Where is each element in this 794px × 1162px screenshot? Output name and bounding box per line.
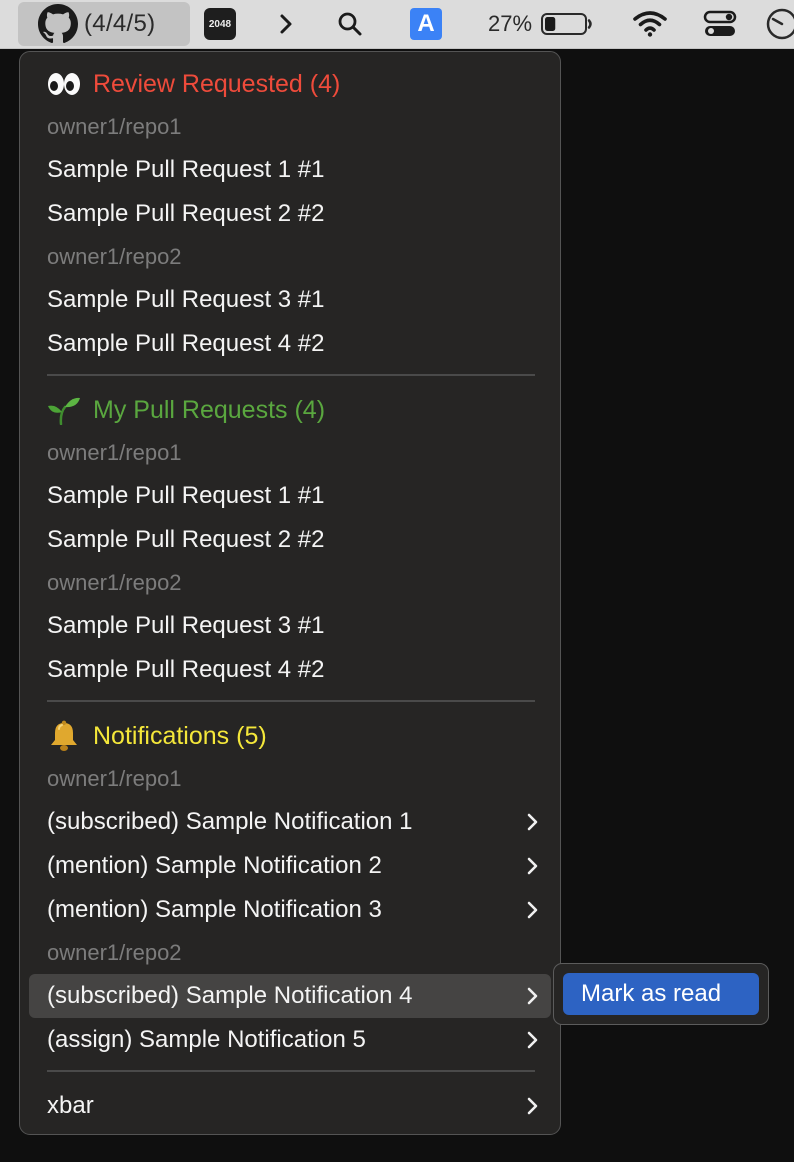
chevron-right-icon: [527, 1097, 538, 1115]
notification-item[interactable]: (subscribed) Sample Notification 1: [29, 800, 551, 844]
review-pr-item[interactable]: Sample Pull Request 1 #1: [29, 148, 551, 192]
battery-icon[interactable]: [540, 0, 594, 48]
chevron-right-icon[interactable]: [276, 0, 296, 48]
menu-separator: [47, 374, 535, 376]
github-icon: [38, 4, 78, 44]
control-center-icon[interactable]: [700, 0, 740, 48]
notification-item-highlighted[interactable]: (subscribed) Sample Notification 4: [29, 974, 551, 1018]
section-header-review-requested: Review Requested (4): [29, 62, 551, 106]
notification-label: (mention) Sample Notification 3: [47, 896, 382, 923]
section-header-my-pull-requests: My Pull Requests (4): [29, 388, 551, 432]
repo-label: owner1/repo2: [47, 244, 182, 269]
repo-label: owner1/repo1: [47, 440, 182, 465]
github-dropdown-menu: Review Requested (4) owner1/repo1 Sample…: [19, 51, 561, 1135]
battery-percent: 27%: [487, 11, 533, 36]
notification-submenu: Mark as read: [553, 963, 769, 1025]
chevron-right-icon: [527, 813, 538, 831]
my-pr-item[interactable]: Sample Pull Request 4 #2: [29, 648, 551, 692]
review-pr-item[interactable]: Sample Pull Request 3 #1: [29, 278, 551, 322]
chevron-right-icon: [527, 857, 538, 875]
repo-label: owner1/repo2: [47, 570, 182, 595]
notification-label: (assign) Sample Notification 5: [47, 1026, 366, 1053]
notification-label: (mention) Sample Notification 2: [47, 852, 382, 879]
notification-item[interactable]: (mention) Sample Notification 3: [29, 888, 551, 932]
menu-separator: [47, 700, 535, 702]
notification-item[interactable]: (assign) Sample Notification 5: [29, 1018, 551, 1062]
xbar-label: xbar: [47, 1092, 94, 1119]
my-pr-item[interactable]: Sample Pull Request 1 #1: [29, 474, 551, 518]
repo-label: owner1/repo2: [47, 940, 182, 965]
notification-item[interactable]: (mention) Sample Notification 2: [29, 844, 551, 888]
section-title: Review Requested (4): [93, 69, 341, 98]
search-icon[interactable]: [334, 0, 366, 48]
wifi-icon[interactable]: [630, 0, 670, 48]
notification-label: (subscribed) Sample Notification 4: [47, 982, 413, 1009]
xbar-menu-item[interactable]: xbar: [29, 1084, 551, 1128]
repo-label: owner1/repo1: [47, 114, 182, 139]
app-2048-icon[interactable]: 2048: [204, 8, 236, 40]
menu-bar: (4/4/5) 2048 A 27%: [0, 0, 794, 49]
section-title: Notifications (5): [93, 721, 267, 750]
section-header-notifications: Notifications (5): [29, 714, 551, 758]
my-pr-item[interactable]: Sample Pull Request 3 #1: [29, 604, 551, 648]
notification-label: (subscribed) Sample Notification 1: [47, 808, 413, 835]
battery-level-fill: [545, 17, 556, 31]
mark-as-read-button[interactable]: Mark as read: [563, 973, 759, 1015]
eyes-icon: [47, 71, 81, 97]
menu-separator: [47, 1070, 535, 1072]
chevron-right-icon: [527, 1031, 538, 1049]
clock-icon[interactable]: [762, 0, 794, 48]
chevron-right-icon: [527, 901, 538, 919]
section-title: My Pull Requests (4): [93, 395, 326, 424]
chevron-right-icon: [527, 987, 538, 1005]
bell-icon: [47, 720, 81, 752]
repo-label: owner1/repo1: [47, 766, 182, 791]
review-pr-item[interactable]: Sample Pull Request 2 #2: [29, 192, 551, 236]
my-pr-item[interactable]: Sample Pull Request 2 #2: [29, 518, 551, 562]
seedling-icon: [47, 395, 81, 425]
input-source-icon[interactable]: A: [410, 8, 442, 40]
review-pr-item[interactable]: Sample Pull Request 4 #2: [29, 322, 551, 366]
github-count: (4/4/5): [84, 10, 156, 37]
github-status-item[interactable]: (4/4/5): [18, 2, 190, 46]
